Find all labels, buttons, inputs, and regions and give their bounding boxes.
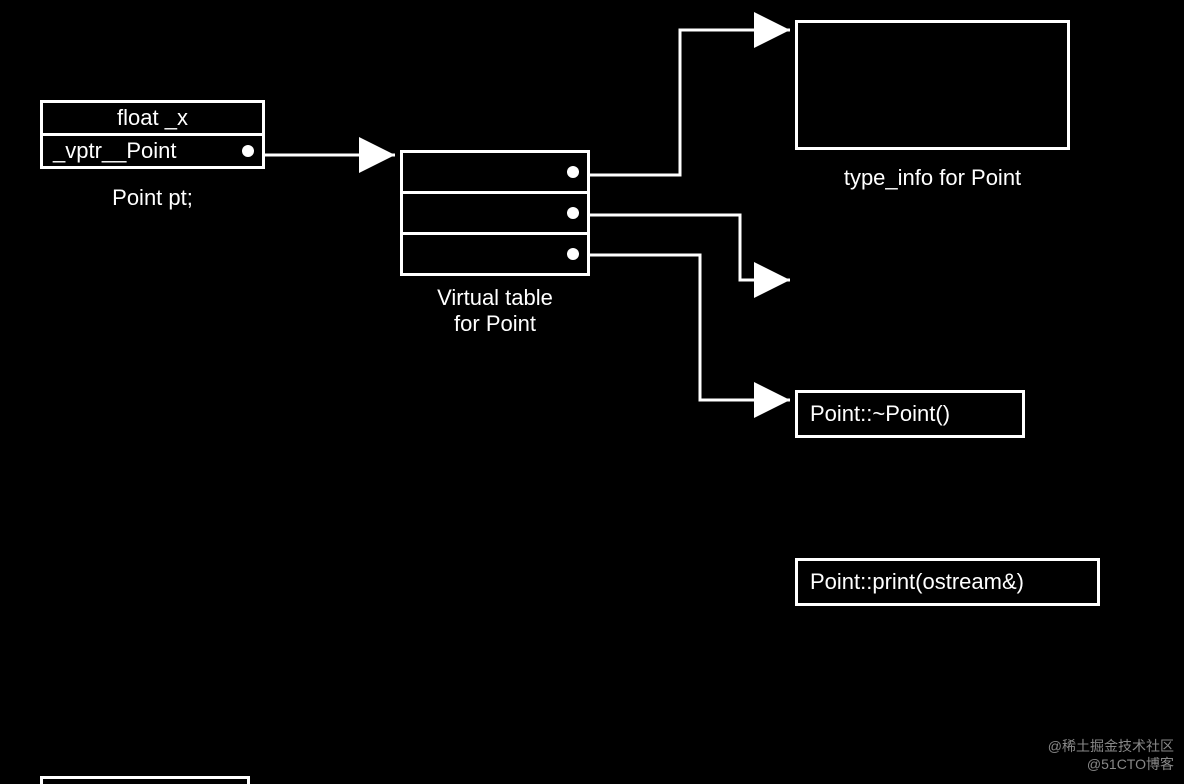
print-label: Point::print(ostream&) [810,569,1024,594]
pointer-dot-icon [567,207,579,219]
pointer-dot-icon [567,166,579,178]
static-var-box: static int Point:: _point_count [40,776,250,784]
object-instance: float _x _vptr__Point [40,100,265,169]
object-field-x: float _x [40,100,265,136]
object-caption: Point pt; [40,185,265,211]
watermark-2: @51CTO博客 [1087,754,1174,774]
vtable-slot-2 [400,232,590,276]
object-field-vptr: _vptr__Point [40,133,265,169]
watermark-1: @稀土掘金技术社区 [1048,736,1174,756]
typeinfo-caption: type_info for Point [795,165,1070,191]
print-box: Point::print(ostream&) [795,558,1100,606]
pointer-dot-icon [567,248,579,260]
vtable-caption-line2: for Point [400,311,590,337]
dtor-box: Point::~Point() [795,390,1025,438]
pointer-dot-icon [242,145,254,157]
vtable-slot-0 [400,150,590,194]
vtable-caption: Virtual table for Point [400,285,590,338]
vtable-slot-1 [400,191,590,235]
vtable [400,150,590,276]
typeinfo-box [795,20,1070,150]
vptr-label: _vptr__Point [53,138,177,163]
vtable-caption-line1: Virtual table [400,285,590,311]
dtor-label: Point::~Point() [810,401,950,426]
